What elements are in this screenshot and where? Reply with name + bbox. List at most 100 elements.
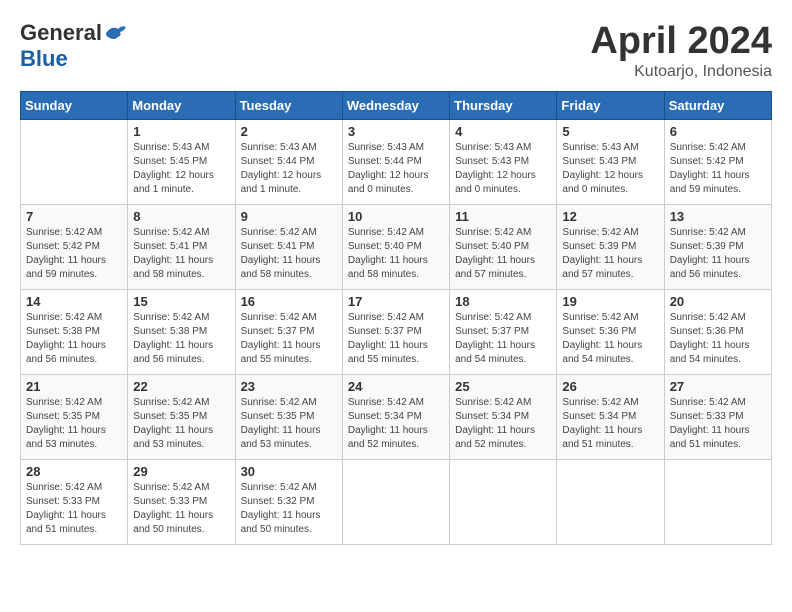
calendar-cell: 1Sunrise: 5:43 AMSunset: 5:45 PMDaylight… xyxy=(128,120,235,205)
day-number: 8 xyxy=(133,209,229,224)
day-number: 15 xyxy=(133,294,229,309)
day-number: 18 xyxy=(455,294,551,309)
calendar-cell xyxy=(664,460,771,545)
calendar-cell: 9Sunrise: 5:42 AMSunset: 5:41 PMDaylight… xyxy=(235,205,342,290)
day-number: 23 xyxy=(241,379,337,394)
day-info: Sunrise: 5:42 AMSunset: 5:33 PMDaylight:… xyxy=(26,481,122,537)
day-info: Sunrise: 5:43 AMSunset: 5:43 PMDaylight:… xyxy=(455,141,551,197)
calendar-cell: 23 Sunrise: 5:42 AMSunset: 5:35 PMDayligh… xyxy=(235,375,342,460)
calendar-cell: 14 Sunrise: 5:42 AMSunset: 5:38 PMDayligh… xyxy=(21,290,128,375)
day-number: 6 xyxy=(670,124,766,139)
title-area: April 2024 Kutoarjo, Indonesia xyxy=(590,20,772,81)
calendar-cell: 29 Sunrise: 5:42 AMSunset: 5:33 PMDayligh… xyxy=(128,460,235,545)
day-info: Sunrise: 5:42 AMSunset: 5:35 PMDaylight:… xyxy=(241,396,337,452)
day-number: 21 xyxy=(26,379,122,394)
day-number: 5 xyxy=(562,124,658,139)
day-number: 25 xyxy=(455,379,551,394)
calendar-cell: 28 Sunrise: 5:42 AMSunset: 5:33 PMDayligh… xyxy=(21,460,128,545)
day-number: 9 xyxy=(241,209,337,224)
day-number: 16 xyxy=(241,294,337,309)
col-header-wednesday: Wednesday xyxy=(342,92,449,120)
day-number: 1 xyxy=(133,124,229,139)
logo-blue-text: Blue xyxy=(20,46,68,72)
calendar-cell: 19Sunrise: 5:42 AMSunset: 5:36 PMDayligh… xyxy=(557,290,664,375)
calendar-cell: 5 Sunrise: 5:43 AMSunset: 5:43 PMDaylight… xyxy=(557,120,664,205)
day-number: 17 xyxy=(348,294,444,309)
day-info: Sunrise: 5:42 AMSunset: 5:34 PMDaylight:… xyxy=(455,396,551,452)
day-number: 2 xyxy=(241,124,337,139)
day-info: Sunrise: 5:42 AMSunset: 5:32 PMDaylight:… xyxy=(241,481,337,537)
day-info: Sunrise: 5:42 AMSunset: 5:34 PMDaylight:… xyxy=(562,396,658,452)
day-info: Sunrise: 5:42 AMSunset: 5:37 PMDaylight:… xyxy=(241,311,337,367)
day-info: Sunrise: 5:42 AMSunset: 5:41 PMDaylight:… xyxy=(133,226,229,282)
calendar-cell: 6Sunrise: 5:42 AMSunset: 5:42 PMDaylight… xyxy=(664,120,771,205)
calendar-cell: 18 Sunrise: 5:42 AMSunset: 5:37 PMDayligh… xyxy=(450,290,557,375)
col-header-friday: Friday xyxy=(557,92,664,120)
day-info: Sunrise: 5:42 AMSunset: 5:33 PMDaylight:… xyxy=(133,481,229,537)
calendar-cell: 3 Sunrise: 5:43 AMSunset: 5:44 PMDaylight… xyxy=(342,120,449,205)
day-number: 3 xyxy=(348,124,444,139)
day-info: Sunrise: 5:43 AMSunset: 5:44 PMDaylight:… xyxy=(241,141,337,197)
day-info: Sunrise: 5:42 AMSunset: 5:37 PMDaylight:… xyxy=(455,311,551,367)
calendar-cell: 21Sunrise: 5:42 AMSunset: 5:35 PMDayligh… xyxy=(21,375,128,460)
day-number: 28 xyxy=(26,464,122,479)
calendar-row: 21 Sunrise: 5:42 AMSunset: 5:35 PMDayligh… xyxy=(21,375,772,460)
day-info: Sunrise: 5:42 AMSunset: 5:33 PMDaylight:… xyxy=(670,396,766,452)
day-number: 12 xyxy=(562,209,658,224)
calendar-cell: 27 Sunrise: 5:42 AMSunset: 5:33 PMDayligh… xyxy=(664,375,771,460)
calendar-cell: 13Sunrise: 5:42 AMSunset: 5:39 PMDayligh… xyxy=(664,205,771,290)
location: Kutoarjo, Indonesia xyxy=(590,63,772,81)
col-header-thursday: Thursday xyxy=(450,92,557,120)
calendar-cell: 11 Sunrise: 5:42 AMSunset: 5:40 PMDayligh… xyxy=(450,205,557,290)
day-info: Sunrise: 5:42 AMSunset: 5:36 PMDaylight:… xyxy=(670,311,766,367)
col-header-tuesday: Tuesday xyxy=(235,92,342,120)
day-info: Sunrise: 5:42 AMSunset: 5:38 PMDaylight:… xyxy=(133,311,229,367)
calendar-cell: 12 Sunrise: 5:42 AMSunset: 5:39 PMDayligh… xyxy=(557,205,664,290)
calendar-cell: 4 Sunrise: 5:43 AMSunset: 5:43 PMDaylight… xyxy=(450,120,557,205)
day-number: 27 xyxy=(670,379,766,394)
month-title: April 2024 xyxy=(590,20,772,63)
calendar-cell: 15 Sunrise: 5:42 AMSunset: 5:38 PMDayligh… xyxy=(128,290,235,375)
day-number: 4 xyxy=(455,124,551,139)
day-info: Sunrise: 5:42 AMSunset: 5:40 PMDaylight:… xyxy=(348,226,444,282)
day-info: Sunrise: 5:43 AMSunset: 5:44 PMDaylight:… xyxy=(348,141,444,197)
day-number: 22 xyxy=(133,379,229,394)
day-number: 10 xyxy=(348,209,444,224)
calendar-cell: 22 Sunrise: 5:42 AMSunset: 5:35 PMDayligh… xyxy=(128,375,235,460)
col-header-monday: Monday xyxy=(128,92,235,120)
calendar-row: 14 Sunrise: 5:42 AMSunset: 5:38 PMDayligh… xyxy=(21,290,772,375)
day-info: Sunrise: 5:42 AMSunset: 5:40 PMDaylight:… xyxy=(455,226,551,282)
calendar-row: 28 Sunrise: 5:42 AMSunset: 5:33 PMDayligh… xyxy=(21,460,772,545)
day-number: 19 xyxy=(562,294,658,309)
calendar-row: 7Sunrise: 5:42 AMSunset: 5:42 PMDaylight… xyxy=(21,205,772,290)
calendar-header-row: SundayMondayTuesdayWednesdayThursdayFrid… xyxy=(21,92,772,120)
day-number: 14 xyxy=(26,294,122,309)
day-info: Sunrise: 5:42 AMSunset: 5:38 PMDaylight:… xyxy=(26,311,122,367)
calendar-cell: 8 Sunrise: 5:42 AMSunset: 5:41 PMDaylight… xyxy=(128,205,235,290)
calendar-cell xyxy=(21,120,128,205)
day-info: Sunrise: 5:43 AMSunset: 5:43 PMDaylight:… xyxy=(562,141,658,197)
calendar-cell: 2 Sunrise: 5:43 AMSunset: 5:44 PMDaylight… xyxy=(235,120,342,205)
logo-bird-icon xyxy=(104,23,128,43)
day-info: Sunrise: 5:42 AMSunset: 5:39 PMDaylight:… xyxy=(562,226,658,282)
calendar-cell: 16 Sunrise: 5:42 AMSunset: 5:37 PMDayligh… xyxy=(235,290,342,375)
logo: General Blue xyxy=(20,20,128,72)
calendar-cell: 26 Sunrise: 5:42 AMSunset: 5:34 PMDayligh… xyxy=(557,375,664,460)
day-number: 11 xyxy=(455,209,551,224)
logo-general-text: General xyxy=(20,20,102,46)
day-number: 7 xyxy=(26,209,122,224)
day-number: 30 xyxy=(241,464,337,479)
calendar-cell xyxy=(450,460,557,545)
day-number: 29 xyxy=(133,464,229,479)
day-number: 24 xyxy=(348,379,444,394)
day-number: 26 xyxy=(562,379,658,394)
calendar-cell: 25 Sunrise: 5:42 AMSunset: 5:34 PMDayligh… xyxy=(450,375,557,460)
day-info: Sunrise: 5:42 AMSunset: 5:35 PMDaylight:… xyxy=(133,396,229,452)
calendar-cell: 7Sunrise: 5:42 AMSunset: 5:42 PMDaylight… xyxy=(21,205,128,290)
calendar-cell: 24Sunrise: 5:42 AMSunset: 5:34 PMDayligh… xyxy=(342,375,449,460)
calendar-cell: 20 Sunrise: 5:42 AMSunset: 5:36 PMDayligh… xyxy=(664,290,771,375)
calendar-cell: 30 Sunrise: 5:42 AMSunset: 5:32 PMDayligh… xyxy=(235,460,342,545)
calendar-cell xyxy=(342,460,449,545)
calendar-cell: 17Sunrise: 5:42 AMSunset: 5:37 PMDayligh… xyxy=(342,290,449,375)
day-number: 20 xyxy=(670,294,766,309)
